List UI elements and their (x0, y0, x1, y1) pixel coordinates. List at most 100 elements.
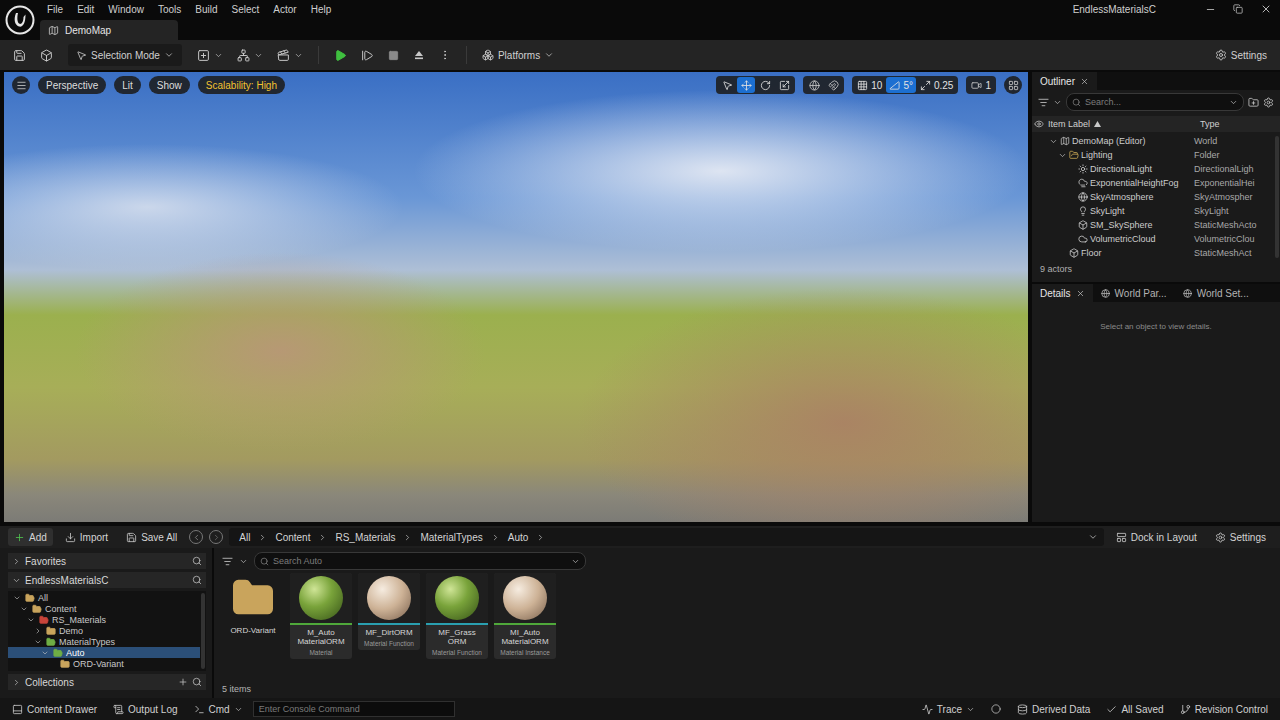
asset-tile[interactable]: MF_Grass ORMMaterial Function (426, 573, 488, 659)
outliner-row[interactable]: FloorStaticMeshAct (1034, 246, 1274, 260)
folder-tree-item[interactable]: All (8, 592, 200, 603)
logo[interactable] (0, 0, 40, 40)
world-space-button[interactable] (805, 77, 823, 93)
save-all-button[interactable]: Save All (120, 528, 183, 546)
transform-tool[interactable] (737, 77, 755, 93)
play-options-button[interactable] (434, 44, 456, 66)
view-option-button[interactable]: Perspective (38, 76, 106, 94)
asset-tile[interactable]: ORD-Variant (222, 573, 284, 636)
column-header[interactable]: Type (1200, 119, 1280, 129)
outliner-row[interactable]: SkyAtmosphereSkyAtmospher (1034, 190, 1274, 204)
view-option-button[interactable]: Show (149, 76, 190, 94)
cinematics-button[interactable] (272, 44, 308, 66)
breadcrumb-item[interactable]: RS_Materials (331, 532, 399, 543)
asset-search[interactable]: Search Auto (254, 552, 586, 570)
eject-button[interactable] (408, 44, 430, 66)
save-button[interactable] (8, 44, 31, 66)
menu-item[interactable]: Help (304, 4, 339, 15)
layout-button[interactable] (1004, 76, 1022, 94)
outliner-search[interactable]: Search... (1066, 93, 1244, 111)
folder-icon (46, 637, 56, 647)
outliner-row[interactable]: LightingFolder (1034, 148, 1274, 162)
menu-item[interactable]: File (40, 4, 70, 15)
details-tab[interactable]: World Par... (1093, 284, 1175, 302)
cmd-dropdown[interactable]: Cmd (188, 700, 249, 718)
favorites-header[interactable]: Favorites (8, 553, 206, 569)
breadcrumb-item[interactable]: Auto (504, 532, 533, 543)
back-button[interactable] (189, 530, 203, 544)
menu-item[interactable]: Edit (70, 4, 101, 15)
outliner-tab[interactable]: Outliner (1032, 72, 1097, 90)
import-button[interactable]: Import (59, 528, 114, 546)
menu-item[interactable]: Window (101, 4, 151, 15)
menu-item[interactable]: Build (188, 4, 224, 15)
scrollbar[interactable] (1275, 136, 1279, 258)
folder-tree-item[interactable]: Demo (8, 625, 200, 636)
revision-control-button[interactable]: Revision Control (1174, 700, 1274, 718)
splitter[interactable] (212, 548, 214, 698)
snap-button[interactable]: 10 (854, 77, 885, 93)
transform-tool[interactable] (718, 77, 736, 93)
add-actor-button[interactable] (192, 44, 228, 66)
mode-dropdown[interactable]: Selection Mode (68, 44, 182, 66)
restore-button[interactable] (1224, 0, 1252, 18)
folder-tree-item[interactable]: RS_Materials (8, 614, 200, 625)
content-drawer-button[interactable]: Content Drawer (6, 700, 103, 718)
record-button[interactable] (985, 700, 1007, 718)
outliner-row[interactable]: ExponentialHeightFogExponentialHei (1034, 176, 1274, 190)
breadcrumb-item[interactable]: Content (271, 532, 314, 543)
viewport[interactable]: Perspective Lit Show Scalability: High 105°0… (4, 72, 1028, 522)
document-tab[interactable]: DemoMap (40, 20, 178, 40)
outliner-row[interactable]: DemoMap (Editor)World (1034, 134, 1274, 148)
outliner-row[interactable]: SM_SkySphereStaticMeshActo (1034, 218, 1274, 232)
menu-item[interactable]: Actor (266, 4, 303, 15)
asset-tile[interactable]: M_Auto MaterialORMMaterial (290, 573, 352, 659)
surface-snap-button[interactable] (824, 77, 842, 93)
stop-button[interactable] (383, 44, 404, 66)
details-tab[interactable]: World Set... (1175, 284, 1257, 302)
breadcrumb-item[interactable]: All (235, 532, 254, 543)
saved-status[interactable]: All Saved (1100, 700, 1169, 718)
outliner-row[interactable]: VolumetricCloudVolumetricClou (1034, 232, 1274, 246)
close-button[interactable] (1252, 0, 1280, 18)
asset-tile[interactable]: MI_Auto MaterialORMMaterial Instance (494, 573, 556, 659)
settings-button[interactable]: Settings (1210, 44, 1272, 66)
dock-button[interactable]: Dock in Layout (1110, 528, 1203, 546)
menu-item[interactable]: Tools (151, 4, 188, 15)
platforms-button[interactable]: Platforms (477, 44, 559, 66)
console-input[interactable]: Enter Console Command (253, 701, 455, 717)
play-button[interactable] (329, 44, 352, 66)
scrollbar[interactable] (201, 593, 205, 669)
content-button[interactable] (35, 44, 58, 66)
folder-tree-item[interactable]: ORD-Variant (8, 658, 200, 669)
scalability-badge[interactable]: Scalability: High (198, 76, 285, 94)
outliner-row[interactable]: SkyLightSkyLight (1034, 204, 1274, 218)
derived-data-button[interactable]: Derived Data (1011, 700, 1096, 718)
forward-button[interactable] (209, 530, 223, 544)
minimize-button[interactable] (1196, 0, 1224, 18)
snap-button[interactable]: 0.25 (917, 77, 956, 93)
folder-tree-item[interactable]: Auto (8, 647, 200, 658)
folder-tree-item[interactable]: Content (8, 603, 200, 614)
collections-header[interactable]: Collections (8, 674, 206, 690)
trace-dropdown[interactable]: Trace (916, 700, 981, 718)
project-header[interactable]: EndlessMaterialsC (8, 572, 206, 588)
add-button[interactable]: Add (8, 528, 53, 546)
asset-tile[interactable]: MF_DirtORMMaterial Function (358, 573, 420, 650)
blueprint-button[interactable] (232, 44, 268, 66)
transform-tool[interactable] (756, 77, 774, 93)
outliner-row[interactable]: DirectionalLightDirectionalLigh (1034, 162, 1274, 176)
viewport-menu-button[interactable] (12, 76, 30, 94)
settings-button[interactable]: Settings (1209, 528, 1272, 546)
view-option-button[interactable]: Lit (114, 76, 141, 94)
breadcrumb-item[interactable]: MaterialTypes (416, 532, 486, 543)
snap-button[interactable]: 5° (886, 77, 916, 93)
step-button[interactable] (356, 44, 379, 66)
output-log-button[interactable]: Output Log (107, 700, 183, 718)
column-header[interactable]: Item Label (1048, 119, 1200, 129)
camera-speed-button[interactable]: 1 (968, 77, 994, 93)
details-tab[interactable]: Details (1032, 284, 1093, 302)
transform-tool[interactable] (775, 77, 793, 93)
folder-tree-item[interactable]: MaterialTypes (8, 636, 200, 647)
menu-item[interactable]: Select (225, 4, 267, 15)
